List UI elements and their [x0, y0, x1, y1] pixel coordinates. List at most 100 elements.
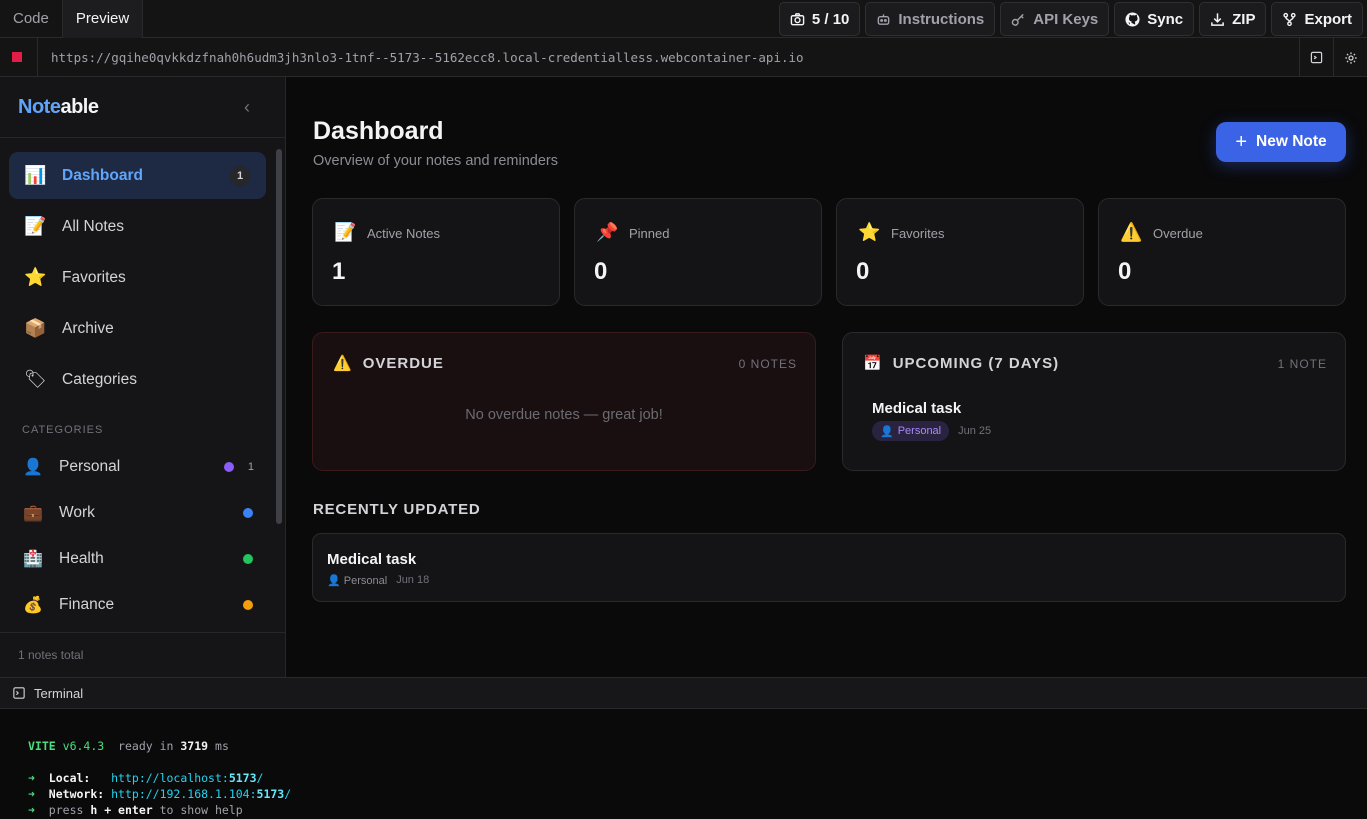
- terminal-header[interactable]: Terminal: [0, 677, 1367, 709]
- top-actions: 5 / 10 Instructions API Keys Sync ZIP Ex…: [778, 2, 1363, 36]
- brand-part-1: Note: [18, 95, 61, 118]
- zip-label: ZIP: [1232, 10, 1256, 28]
- terminal-line: VITE v6.4.3 ready in 3719 ms: [28, 739, 229, 753]
- category-color-dot: [243, 600, 253, 610]
- terminal-label: Terminal: [34, 685, 84, 701]
- sync-button[interactable]: Sync: [1114, 2, 1195, 36]
- camera-icon: [790, 12, 805, 25]
- category-color-dot: [243, 554, 253, 564]
- category-item-personal[interactable]: 👤 Personal 1: [22, 444, 262, 490]
- category-item-finance[interactable]: 💰 Finance: [22, 582, 262, 628]
- stats-row: 📝 Active Notes 1 📌 Pinned 0 ⭐ Favorites …: [312, 198, 1346, 306]
- pin-icon: 📌: [596, 222, 619, 242]
- person-icon: 👤: [327, 575, 341, 587]
- sidebar-nav: 📊 Dashboard 1 📝 All Notes ⭐ Favorites 📦 …: [9, 152, 266, 407]
- package-icon: 📦: [24, 318, 47, 338]
- star-icon: ⭐: [858, 222, 881, 242]
- url-field[interactable]: https://gqihe0qvkkdzfnah0h6udm3jh3nlo3-1…: [37, 37, 1302, 77]
- open-in-new-window-icon[interactable]: [1299, 38, 1333, 77]
- sidebar-item-label: Favorites: [62, 268, 126, 286]
- sidebar-item-categories[interactable]: 🏷 Categories: [9, 356, 266, 403]
- stat-value: 1: [332, 258, 346, 285]
- category-item-work[interactable]: 💼 Work: [22, 490, 262, 536]
- collapse-sidebar-icon[interactable]: ‹: [244, 97, 250, 118]
- note-category-label: Personal: [343, 575, 388, 587]
- zip-button[interactable]: ZIP: [1199, 2, 1267, 36]
- sync-label: Sync: [1147, 10, 1184, 28]
- note-date: Jun 18: [396, 574, 430, 586]
- stop-icon[interactable]: [12, 52, 22, 62]
- upcoming-count: 1 NOTE: [1277, 357, 1327, 371]
- category-label: Health: [59, 550, 104, 567]
- category-color-dot: [243, 508, 253, 518]
- count-badge: 1: [230, 165, 250, 186]
- stat-card-active-notes[interactable]: 📝 Active Notes 1: [312, 198, 560, 306]
- bar-chart-icon: 📊: [24, 165, 47, 185]
- terminal-line: ➜ Network: http://192.168.1.104:5173/: [28, 787, 292, 801]
- stat-label: Favorites: [891, 226, 945, 241]
- new-note-label: New Note: [1256, 133, 1327, 150]
- overdue-empty-message: No overdue notes — great job!: [465, 407, 663, 423]
- category-list: 👤 Personal 1 💼 Work 🏥 Health 💰 Finance: [22, 444, 262, 628]
- sidebar-scrollbar[interactable]: [276, 149, 282, 524]
- hospital-icon: 🏥: [23, 551, 43, 568]
- stat-card-pinned[interactable]: 📌 Pinned 0: [574, 198, 822, 306]
- sidebar-item-all-notes[interactable]: 📝 All Notes: [9, 203, 266, 250]
- robot-icon: [878, 13, 890, 25]
- terminal-line: ➜ press h + enter to show help: [28, 803, 243, 817]
- calendar-icon: 📅: [863, 355, 883, 372]
- category-label: Personal: [59, 458, 121, 475]
- sidebar-item-label: Categories: [62, 370, 137, 388]
- stat-value: 0: [856, 258, 870, 285]
- star-icon: ⭐: [24, 267, 47, 287]
- money-bag-icon: 💰: [23, 597, 43, 614]
- terminal-output[interactable]: VITE v6.4.3 ready in 3719 ms ➜ Local: ht…: [0, 709, 1367, 819]
- app-logo[interactable]: Note able: [0, 77, 285, 138]
- page-subtitle: Overview of your notes and reminders: [313, 153, 558, 169]
- export-button[interactable]: Export: [1271, 2, 1363, 36]
- note-meta: 👤 Personal Jun 18: [327, 574, 429, 587]
- sidebar-item-label: Archive: [62, 319, 114, 337]
- sidebar-item-favorites[interactable]: ⭐ Favorites: [9, 254, 266, 301]
- category-pill: 👤 Personal: [872, 421, 950, 441]
- person-icon: 👤: [23, 459, 43, 476]
- terminal-icon: [13, 687, 25, 699]
- sidebar-item-archive[interactable]: 📦 Archive: [9, 305, 266, 352]
- note-title: Medical task: [872, 400, 962, 417]
- stat-card-overdue[interactable]: ⚠️ Overdue 0: [1098, 198, 1346, 306]
- upcoming-note-item[interactable]: Medical task 👤 Personal Jun 25: [872, 400, 991, 441]
- overdue-count: 0 NOTES: [738, 357, 797, 371]
- screenshot-button[interactable]: 5 / 10: [778, 2, 861, 36]
- brand-part-2: able: [60, 95, 99, 118]
- warning-icon: ⚠️: [1120, 222, 1143, 242]
- stat-card-favorites[interactable]: ⭐ Favorites 0: [836, 198, 1084, 306]
- memo-icon: 📝: [24, 216, 47, 236]
- recent-note-card[interactable]: Medical task 👤 Personal Jun 18: [312, 533, 1346, 602]
- stat-label: Pinned: [629, 226, 670, 241]
- category-label: Finance: [59, 596, 115, 613]
- new-note-button[interactable]: + New Note: [1216, 122, 1346, 162]
- person-icon: 👤: [880, 425, 894, 438]
- export-label: Export: [1304, 10, 1352, 28]
- category-pill-label: Personal: [897, 425, 942, 437]
- instructions-button[interactable]: Instructions: [865, 2, 996, 36]
- sidebar-item-label: Dashboard: [62, 166, 143, 184]
- briefcase-icon: 💼: [23, 505, 43, 522]
- tab-code[interactable]: Code: [0, 0, 63, 38]
- category-color-dot: [224, 462, 234, 472]
- settings-gear-icon[interactable]: [1333, 38, 1367, 77]
- sidebar-item-dashboard[interactable]: 📊 Dashboard 1: [9, 152, 266, 199]
- screenshot-count: 5 / 10: [811, 10, 850, 28]
- upcoming-heading: 📅 UPCOMING (7 DAYS): [863, 354, 1059, 373]
- terminal-line: ➜ Local: http://localhost:5173/: [28, 771, 264, 785]
- tab-preview[interactable]: Preview: [62, 0, 144, 38]
- url-actions: [1299, 38, 1367, 77]
- plus-icon: +: [1235, 130, 1248, 153]
- recently-updated-heading: RECENTLY UPDATED: [313, 501, 481, 518]
- notes-total: 1 notes total: [0, 632, 286, 677]
- note-meta: 👤 Personal Jun 25: [872, 421, 991, 441]
- category-item-health[interactable]: 🏥 Health: [22, 536, 262, 582]
- api-keys-button[interactable]: API Keys: [1000, 2, 1110, 36]
- stat-value: 0: [1118, 258, 1132, 285]
- stat-label: Overdue: [1153, 226, 1203, 241]
